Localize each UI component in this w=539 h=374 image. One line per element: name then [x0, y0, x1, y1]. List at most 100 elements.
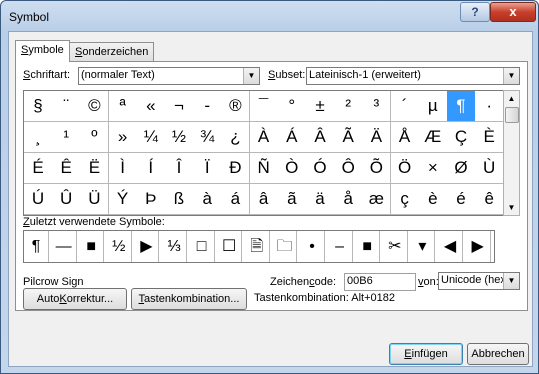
symbol-cell[interactable]: Ú: [24, 184, 53, 215]
symbol-cell[interactable]: â: [249, 184, 279, 215]
symbol-cell[interactable]: Ì: [108, 153, 138, 184]
symbol-cell[interactable]: Ë: [80, 153, 110, 184]
symbol-cell[interactable]: æ: [362, 184, 392, 215]
chevron-down-icon[interactable]: ▼: [243, 68, 259, 84]
symbol-cell[interactable]: ¸: [24, 122, 53, 153]
symbol-cell[interactable]: Í: [136, 153, 166, 184]
tab-sonderzeichen[interactable]: Sonderzeichen: [69, 42, 155, 61]
recent-symbol[interactable]: ½: [107, 231, 132, 262]
from-select[interactable]: Unicode (hex) ▼: [438, 272, 520, 290]
symbol-cell[interactable]: é: [447, 184, 476, 215]
recent-symbol[interactable]: —: [52, 231, 77, 262]
cancel-button[interactable]: Abbrechen: [467, 343, 529, 365]
help-button[interactable]: ?: [460, 2, 490, 22]
symbol-cell[interactable]: È: [475, 122, 505, 153]
symbol-cell[interactable]: Û: [52, 184, 82, 215]
title-bar[interactable]: Symbol ? x: [1, 1, 538, 31]
recent-symbol[interactable]: □: [190, 231, 215, 262]
recent-symbol[interactable]: ▶: [466, 231, 491, 262]
symbol-cell[interactable]: Ï: [193, 153, 223, 184]
symbol-cell[interactable]: á: [221, 184, 251, 215]
symbol-cell[interactable]: ½: [165, 122, 194, 153]
symbol-cell[interactable]: Ó: [306, 153, 335, 184]
symbol-cell[interactable]: Ý: [108, 184, 138, 215]
symbol-cell[interactable]: »: [108, 122, 138, 153]
symbol-cell[interactable]: ¿: [221, 122, 251, 153]
symbol-cell[interactable]: -: [193, 91, 223, 122]
charcode-field[interactable]: 00B6: [344, 273, 416, 291]
symbol-cell[interactable]: ·: [475, 91, 505, 122]
recent-symbol[interactable]: ▾: [410, 231, 436, 262]
recent-symbol[interactable]: 🗀: [272, 231, 298, 262]
recent-symbol[interactable]: ■: [355, 231, 381, 262]
symbol-cell[interactable]: ¹: [52, 122, 82, 153]
symbol-cell[interactable]: Ô: [334, 153, 364, 184]
symbol-cell[interactable]: «: [136, 91, 166, 122]
recent-symbol[interactable]: ◀: [438, 231, 463, 262]
symbol-cell[interactable]: É: [24, 153, 53, 184]
recent-symbol[interactable]: ▶: [134, 231, 160, 262]
symbol-cell[interactable]: Ø: [447, 153, 476, 184]
symbol-cell[interactable]: ¾: [193, 122, 223, 153]
symbol-cell[interactable]: ®: [221, 91, 251, 122]
symbol-cell[interactable]: ß: [165, 184, 194, 215]
symbol-cell[interactable]: Ù: [475, 153, 505, 184]
symbol-cell[interactable]: Þ: [136, 184, 166, 215]
insert-button[interactable]: Einfügen: [389, 343, 463, 365]
scroll-up-icon[interactable]: ▲: [504, 91, 519, 106]
symbol-cell[interactable]: ç: [390, 184, 420, 215]
recent-symbol[interactable]: ⅓: [162, 231, 187, 262]
close-button[interactable]: x: [490, 2, 536, 22]
symbol-cell[interactable]: Î: [165, 153, 194, 184]
shortcut-key-button[interactable]: Tastenkombination...: [131, 288, 247, 310]
scroll-thumb[interactable]: [505, 107, 519, 123]
symbol-cell[interactable]: Á: [277, 122, 307, 153]
symbol-cell[interactable]: Ñ: [249, 153, 279, 184]
tab-symbole[interactable]: Symbole: [15, 40, 70, 62]
symbol-cell[interactable]: Ð: [221, 153, 251, 184]
recent-symbol[interactable]: ☐: [217, 231, 243, 262]
symbol-cell[interactable]: À: [249, 122, 279, 153]
symbol-cell[interactable]: ¯: [249, 91, 279, 122]
recent-symbol[interactable]: •: [300, 231, 325, 262]
recent-symbol[interactable]: ¶: [24, 231, 49, 262]
symbol-cell[interactable]: å: [334, 184, 364, 215]
symbol-cell[interactable]: Ü: [80, 184, 110, 215]
symbol-cell[interactable]: ¶: [447, 91, 476, 122]
symbol-cell[interactable]: ¬: [165, 91, 194, 122]
symbol-cell[interactable]: Õ: [362, 153, 392, 184]
symbol-cell[interactable]: Â: [306, 122, 335, 153]
chevron-down-icon[interactable]: ▼: [503, 273, 519, 289]
symbol-cell[interactable]: è: [418, 184, 448, 215]
autocorrect-button[interactable]: AutoKorrektur...: [23, 288, 127, 310]
symbol-cell[interactable]: ã: [277, 184, 307, 215]
recent-symbol[interactable]: ■: [79, 231, 105, 262]
symbol-cell[interactable]: ê: [475, 184, 505, 215]
symbol-cell[interactable]: Ö: [390, 153, 420, 184]
recent-symbol[interactable]: –: [328, 231, 353, 262]
symbol-cell[interactable]: °: [277, 91, 307, 122]
symbol-cell[interactable]: ×: [418, 153, 448, 184]
scroll-down-icon[interactable]: ▼: [504, 200, 519, 215]
symbol-cell[interactable]: ¨: [52, 91, 82, 122]
recent-symbol[interactable]: ✂: [383, 231, 408, 262]
symbol-cell[interactable]: ³: [362, 91, 392, 122]
symbol-cell[interactable]: º: [80, 122, 110, 153]
symbol-cell[interactable]: ²: [334, 91, 364, 122]
subset-select[interactable]: Lateinisch-1 (erweitert) ▼: [306, 67, 520, 85]
symbol-cell[interactable]: ª: [108, 91, 138, 122]
symbol-cell[interactable]: Ã: [334, 122, 364, 153]
symbol-cell[interactable]: §: [24, 91, 53, 122]
symbol-cell[interactable]: Å: [390, 122, 420, 153]
chevron-down-icon[interactable]: ▼: [503, 68, 519, 84]
symbol-cell[interactable]: ´: [390, 91, 420, 122]
symbol-cell[interactable]: Ç: [447, 122, 476, 153]
recent-symbol[interactable]: 🗎: [245, 231, 270, 262]
symbol-cell[interactable]: Ä: [362, 122, 392, 153]
symbol-cell[interactable]: ±: [306, 91, 335, 122]
symbol-cell[interactable]: à: [193, 184, 223, 215]
symbol-cell[interactable]: ä: [306, 184, 335, 215]
symbol-cell[interactable]: µ: [418, 91, 448, 122]
symbol-cell[interactable]: ¼: [136, 122, 166, 153]
symbol-cell[interactable]: ©: [80, 91, 110, 122]
